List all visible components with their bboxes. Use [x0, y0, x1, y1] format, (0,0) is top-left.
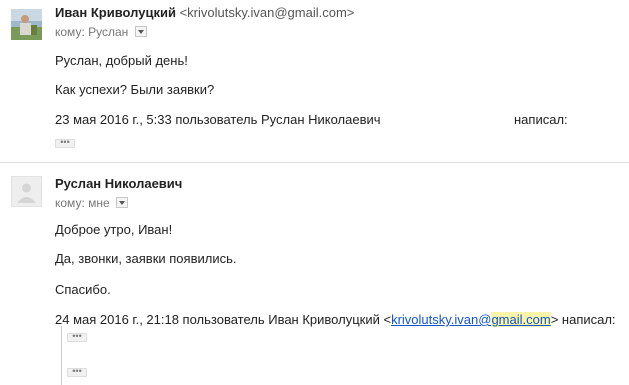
- message-1-quote-header-suffix: написал:: [514, 112, 568, 127]
- show-trimmed-content-button[interactable]: •••: [55, 138, 75, 148]
- quoted-email-link[interactable]: krivolutsky.ivan@gmail.com: [391, 312, 551, 327]
- show-trimmed-content-button-2[interactable]: •••: [67, 367, 87, 377]
- sender-email: <krivolutsky.ivan@gmail.com>: [179, 5, 355, 20]
- message-2-line-2: Да, звонки, заявки появились.: [55, 251, 237, 266]
- message-2-recipients: кому: мне: [55, 196, 129, 210]
- message-1-line-2: Как успехи? Были заявки?: [55, 82, 215, 97]
- sender-name[interactable]: Иван Криволуцкий: [55, 5, 176, 20]
- message-1-quote-header: 23 мая 2016 г., 5:33 пользователь Руслан…: [55, 112, 381, 127]
- to-label: кому:: [55, 196, 85, 210]
- to-label: кому:: [55, 25, 85, 39]
- to-value: мне: [88, 196, 110, 210]
- show-details-icon[interactable]: [134, 26, 147, 38]
- quote-header-suffix: > написал:: [550, 312, 616, 327]
- message-1-from: Иван Криволуцкий <krivolutsky.ivan@gmail…: [55, 5, 354, 20]
- quote-header-prefix: 24 мая 2016 г., 21:18 пользователь Иван …: [55, 312, 392, 327]
- message-1-recipients: кому: Руслан: [55, 25, 147, 39]
- message-2-quote-header: 24 мая 2016 г., 21:18 пользователь Иван …: [55, 312, 616, 327]
- message-divider: [0, 162, 629, 163]
- quote-bar: [61, 326, 62, 385]
- show-details-icon[interactable]: [116, 197, 129, 209]
- person-icon: [12, 177, 41, 206]
- sender-avatar[interactable]: [11, 9, 42, 40]
- message-1-line-1: Руслан, добрый день!: [55, 53, 188, 68]
- to-value: Руслан: [88, 25, 129, 39]
- message-2-from: Руслан Николаевич: [55, 176, 182, 191]
- message-2-line-1: Доброе утро, Иван!: [55, 222, 173, 237]
- show-trimmed-content-button[interactable]: •••: [67, 332, 87, 342]
- sender-name[interactable]: Руслан Николаевич: [55, 176, 182, 191]
- sender-avatar-default[interactable]: [11, 176, 42, 207]
- message-2-line-3: Спасибо.: [55, 282, 111, 297]
